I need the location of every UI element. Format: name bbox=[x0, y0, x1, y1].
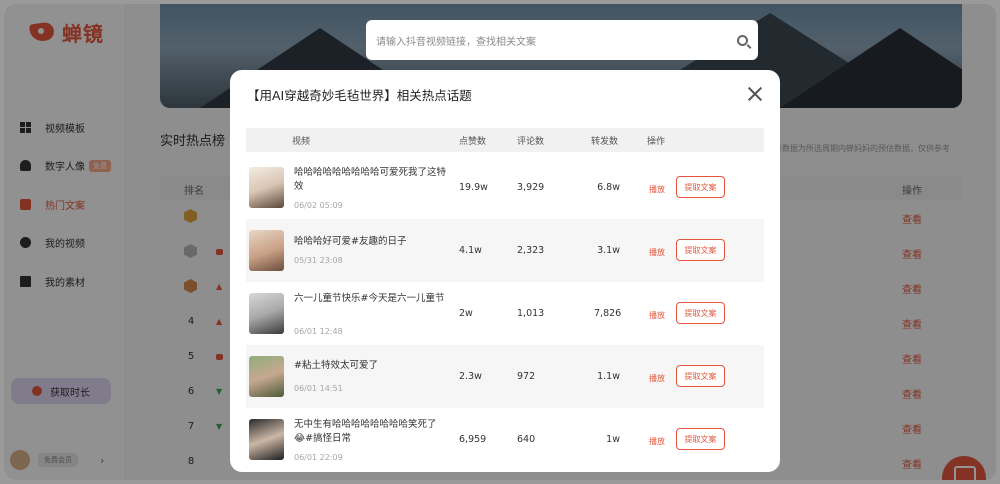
video-title: 六一儿童节快乐#今天是六一儿童节 bbox=[294, 293, 445, 304]
comments-count: 972 bbox=[517, 371, 536, 382]
video-title: 无中生有哈哈哈哈哈哈哈哈笑死了😂#搞怪日常 bbox=[294, 419, 437, 444]
comments-count: 1,013 bbox=[517, 308, 545, 319]
search-placeholder: 请输入抖音视频链接，查找相关文案 bbox=[376, 36, 536, 48]
table-row: 无中生有哈哈哈哈哈哈哈哈笑死了😂#搞怪日常 06/01 22:09 6,959 … bbox=[246, 408, 764, 471]
video-thumbnail[interactable] bbox=[249, 356, 284, 397]
extract-copy-button[interactable]: 提取文案 bbox=[676, 428, 725, 450]
shares-count: 1w bbox=[606, 434, 620, 445]
video-date: 06/01 14:51 bbox=[294, 384, 343, 393]
shares-count: 3.1w bbox=[597, 245, 620, 256]
video-date: 06/02 05:09 bbox=[294, 201, 343, 210]
shares-count: 6.8w bbox=[597, 182, 620, 193]
hot-topics-modal: 【用AI穿越奇妙毛毡世界】相关热点话题 视频 点赞数 评论数 转发数 操作 哈哈… bbox=[230, 70, 780, 472]
likes-column-header: 点赞数 bbox=[459, 137, 487, 147]
video-column-header: 视频 bbox=[292, 137, 311, 147]
video-thumbnail[interactable] bbox=[249, 230, 284, 271]
table-row: 六一儿童节快乐#今天是六一儿童节 06/01 12:48 2w 1,013 7,… bbox=[246, 282, 764, 345]
play-link[interactable]: 播放 bbox=[649, 373, 665, 384]
video-thumbnail[interactable] bbox=[249, 293, 284, 334]
app-window: 蝉镜 视频模板 数字人像 免费 热门文案 我的视频 我的素材 获取时长 免费会员… bbox=[4, 4, 996, 480]
extract-copy-button[interactable]: 提取文案 bbox=[676, 239, 725, 261]
extract-copy-button[interactable]: 提取文案 bbox=[676, 365, 725, 387]
play-link[interactable]: 播放 bbox=[649, 310, 665, 321]
modal-table-header: 视频 点赞数 评论数 转发数 操作 bbox=[246, 128, 764, 152]
close-icon[interactable] bbox=[746, 85, 764, 103]
extract-copy-button[interactable]: 提取文案 bbox=[676, 176, 725, 198]
comments-count: 3,929 bbox=[517, 182, 545, 193]
video-thumbnail[interactable] bbox=[249, 419, 284, 460]
video-title: #粘土特效太可爱了 bbox=[294, 360, 378, 371]
search-input[interactable]: 请输入抖音视频链接，查找相关文案 bbox=[366, 20, 758, 60]
table-row: 哈哈哈哈哈哈哈哈哈可爱死我了这特效 06/02 05:09 19.9w 3,92… bbox=[246, 156, 764, 219]
extract-copy-button[interactable]: 提取文案 bbox=[676, 302, 725, 324]
likes-count: 2.3w bbox=[459, 371, 482, 382]
shares-count: 1.1w bbox=[597, 371, 620, 382]
comments-column-header: 评论数 bbox=[517, 137, 545, 147]
table-row: 哈哈哈好可爱#友趣的日子 05/31 23:08 4.1w 2,323 3.1w… bbox=[246, 219, 764, 282]
modal-title: 【用AI穿越奇妙毛毡世界】相关热点话题 bbox=[247, 88, 472, 103]
likes-count: 4.1w bbox=[459, 245, 482, 256]
likes-count: 19.9w bbox=[459, 182, 488, 193]
play-link[interactable]: 播放 bbox=[649, 247, 665, 258]
video-title: 哈哈哈哈哈哈哈哈哈可爱死我了这特效 bbox=[294, 167, 447, 192]
comments-count: 2,323 bbox=[517, 245, 545, 256]
video-title: 哈哈哈好可爱#友趣的日子 bbox=[294, 236, 407, 247]
play-link[interactable]: 播放 bbox=[649, 184, 665, 195]
comments-count: 640 bbox=[517, 434, 536, 445]
play-link[interactable]: 播放 bbox=[649, 436, 665, 447]
video-date: 05/31 23:08 bbox=[294, 256, 343, 265]
video-date: 06/01 22:09 bbox=[294, 453, 343, 462]
action-column-header: 操作 bbox=[647, 137, 666, 147]
video-date: 06/01 12:48 bbox=[294, 327, 343, 336]
search-icon[interactable] bbox=[737, 34, 748, 46]
likes-count: 2w bbox=[459, 308, 473, 319]
video-thumbnail[interactable] bbox=[249, 167, 284, 208]
shares-column-header: 转发数 bbox=[591, 137, 619, 147]
table-row: #粘土特效太可爱了 06/01 14:51 2.3w 972 1.1w 播放 提… bbox=[246, 345, 764, 408]
shares-count: 7,826 bbox=[594, 308, 622, 319]
likes-count: 6,959 bbox=[459, 434, 487, 445]
